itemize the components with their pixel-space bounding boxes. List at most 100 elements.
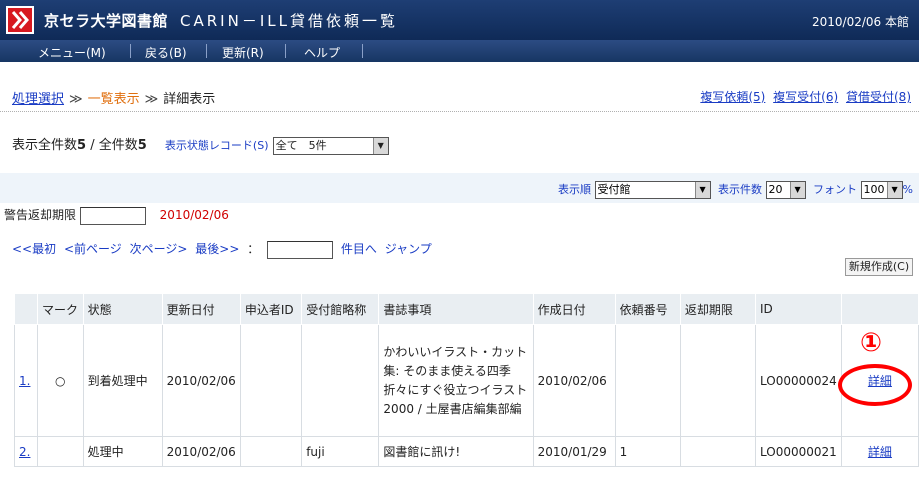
title-bar: 京セラ大学図書館 CARIN－ILL貸借依頼一覧 2010/02/06 本館 bbox=[0, 0, 919, 40]
chevron-down-icon: ▼ bbox=[694, 182, 710, 198]
count-select[interactable]: 20 ▼ bbox=[765, 181, 806, 199]
row-due bbox=[679, 324, 757, 437]
row-updated: 2010/02/06 bbox=[161, 436, 241, 467]
row-bibliography: かわいいイラスト・カット集: そのまま使える四季折々にすぐ役立つイラスト2000… bbox=[378, 324, 534, 437]
state-record-select[interactable]: 全て 5件 ▼ bbox=[272, 136, 389, 155]
menu-item-menu[interactable]: メニュー(M) bbox=[38, 44, 106, 61]
font-percent: % bbox=[902, 183, 913, 196]
column-header-id[interactable]: ID bbox=[755, 293, 842, 325]
request-table: マーク 状態 更新日付 申込者ID 受付館略称 書誌事項 作成日付 依頼番号 返… bbox=[14, 293, 919, 467]
column-header-updated[interactable]: 更新日付 bbox=[161, 293, 241, 325]
warning-due-row: 警告返却期限 2010/02/06 bbox=[4, 206, 229, 225]
font-select[interactable]: 100 ▼ bbox=[860, 181, 903, 199]
new-create-button[interactable]: 新規作成(C) bbox=[845, 258, 913, 276]
row-status: 処理中 bbox=[82, 436, 163, 467]
menu-item-help[interactable]: ヘルプ bbox=[304, 44, 340, 61]
row-id: LO00000024 bbox=[755, 324, 842, 437]
row-created: 2010/02/06 bbox=[532, 324, 616, 437]
system-name: CARIN－ILL貸借依頼一覧 bbox=[180, 12, 398, 30]
font-label: フォント bbox=[813, 183, 858, 196]
breadcrumb: 処理選択 ≫ 一覧表示 ≫ 詳細表示 bbox=[12, 88, 215, 107]
pager-last[interactable]: 最後>> bbox=[195, 242, 239, 256]
order-label: 表示順 bbox=[558, 183, 592, 196]
chevron-down-icon: ▼ bbox=[789, 182, 805, 198]
table-header-row: マーク 状態 更新日付 申込者ID 受付館略称 書誌事項 作成日付 依頼番号 返… bbox=[14, 293, 919, 325]
row-created: 2010/01/29 bbox=[532, 436, 616, 467]
pager: <<最初 <前ページ 次ページ> 最後>> ： 件目へ ジャンプ bbox=[12, 240, 436, 259]
divider bbox=[0, 111, 919, 112]
jump-input[interactable] bbox=[267, 240, 334, 259]
row-updated: 2010/02/06 bbox=[161, 324, 241, 437]
row-request-no bbox=[614, 324, 681, 437]
pager-first[interactable]: <<最初 bbox=[12, 242, 56, 256]
breadcrumb-list-view: 一覧表示 bbox=[87, 92, 140, 107]
total-count-label: 全件数 bbox=[98, 138, 138, 153]
row-applicant bbox=[239, 324, 303, 437]
count-label: 表示件数 bbox=[718, 183, 763, 196]
copy-reception-link[interactable]: 複写受付(6) bbox=[773, 90, 838, 104]
menu-separator bbox=[206, 44, 207, 58]
breadcrumb-arrow: ≫ bbox=[144, 92, 159, 107]
column-header-applicant[interactable]: 申込者ID bbox=[239, 293, 303, 325]
jump-suffix: 件目へ bbox=[340, 242, 377, 256]
row-id: LO00000021 bbox=[755, 436, 842, 467]
font-value: 100 bbox=[863, 183, 885, 196]
order-select[interactable]: 受付館 ▼ bbox=[594, 181, 711, 199]
breadcrumb-detail-view: 詳細表示 bbox=[163, 92, 216, 107]
detail-link[interactable]: 詳細 bbox=[868, 445, 892, 459]
column-header-due[interactable]: 返却期限 bbox=[679, 293, 757, 325]
column-header-created[interactable]: 作成日付 bbox=[532, 293, 616, 325]
loan-reception-link[interactable]: 貸借受付(8) bbox=[846, 90, 911, 104]
chevron-down-icon: ▼ bbox=[372, 137, 388, 154]
state-record-value: 全て 5件 bbox=[275, 138, 327, 152]
table-row: 1. ○ 到着処理中 2010/02/06 かわいいイラスト・カット集: そのま… bbox=[14, 324, 919, 437]
column-header-bibliography[interactable]: 書誌事項 bbox=[378, 293, 534, 325]
state-record-label: 表示状態レコード(S) bbox=[164, 139, 269, 152]
breadcrumb-process-select[interactable]: 処理選択 bbox=[12, 92, 64, 107]
warning-due-input[interactable] bbox=[79, 206, 146, 225]
display-count-label: 表示全件数 bbox=[12, 138, 78, 153]
row-number-link[interactable]: 1. bbox=[19, 374, 30, 388]
jump-button[interactable]: ジャンプ bbox=[385, 242, 432, 256]
copy-request-link[interactable]: 複写依頼(5) bbox=[700, 90, 765, 104]
row-mark bbox=[36, 436, 84, 467]
order-value: 受付館 bbox=[597, 183, 631, 196]
kyocera-logo-icon bbox=[6, 6, 34, 34]
menu-separator bbox=[362, 44, 363, 58]
column-header-request-no[interactable]: 依頼番号 bbox=[614, 293, 681, 325]
app-title: 京セラ大学図書館 CARIN－ILL貸借依頼一覧 bbox=[44, 10, 398, 31]
row-library bbox=[301, 324, 380, 437]
table-row: 2. 処理中 2010/02/06 fuji 図書館に訊け! 2010/01/2… bbox=[14, 436, 919, 467]
row-status: 到着処理中 bbox=[82, 324, 163, 437]
column-header bbox=[14, 293, 38, 325]
library-name: 京セラ大学図書館 bbox=[44, 12, 169, 30]
display-options: 表示順 受付館 ▼ 表示件数 20 ▼ フォント 100 ▼% bbox=[558, 181, 913, 199]
row-mark: ○ bbox=[36, 324, 84, 437]
warning-due-label: 警告返却期限 bbox=[4, 208, 77, 222]
pager-prev[interactable]: <前ページ bbox=[64, 242, 122, 256]
menu-item-refresh[interactable]: 更新(R) bbox=[222, 44, 264, 61]
right-links: 複写依頼(5) 複写受付(6) 貸借受付(8) bbox=[696, 88, 911, 105]
column-header-status[interactable]: 状態 bbox=[82, 293, 163, 325]
pager-colon: ： bbox=[247, 242, 260, 256]
display-count-value: 5 bbox=[77, 138, 87, 153]
annotation-circle bbox=[838, 364, 912, 406]
row-bibliography: 図書館に訊け! bbox=[378, 436, 534, 467]
pager-next[interactable]: 次ページ> bbox=[130, 242, 188, 256]
column-header-mark[interactable]: マーク bbox=[36, 293, 84, 325]
column-header bbox=[840, 293, 919, 325]
menu-bar: メニュー(M) 戻る(B) 更新(R) ヘルプ bbox=[0, 40, 919, 62]
row-number-link[interactable]: 2. bbox=[19, 445, 30, 459]
row-due bbox=[679, 436, 757, 467]
annotation-number: ① bbox=[860, 328, 883, 358]
row-library: fuji bbox=[301, 436, 380, 467]
column-header-library[interactable]: 受付館略称 bbox=[301, 293, 380, 325]
menu-item-back[interactable]: 戻る(B) bbox=[145, 44, 187, 61]
date-library: 2010/02/06 本館 bbox=[812, 15, 909, 29]
total-count-value: 5 bbox=[137, 138, 147, 153]
count-value: 20 bbox=[768, 183, 783, 196]
row-request-no: 1 bbox=[614, 436, 681, 467]
record-count: 表示全件数5 / 全件数5 表示状態レコード(S) 全て 5件 ▼ bbox=[12, 134, 389, 155]
row-applicant bbox=[239, 436, 303, 467]
menu-separator bbox=[130, 44, 131, 58]
